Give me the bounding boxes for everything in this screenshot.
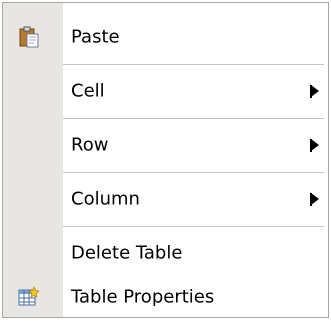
- menu-item-label: Table Properties: [71, 286, 215, 307]
- menu-item-paste[interactable]: Paste: [3, 11, 328, 62]
- menu-item-label: Row: [71, 134, 109, 155]
- submenu-arrow-icon: [308, 190, 322, 208]
- menu-item-row[interactable]: Row: [3, 119, 328, 170]
- menu-item-table-properties[interactable]: Table Properties: [3, 271, 328, 322]
- menu-item-label: Cell: [71, 80, 105, 101]
- menu-item-label: Delete Table: [71, 242, 183, 263]
- menu-item-label: Column: [71, 188, 140, 209]
- menu-item-column[interactable]: Column: [3, 173, 328, 224]
- submenu-arrow-icon: [308, 82, 322, 100]
- clipboard-paste-icon: [18, 26, 40, 48]
- submenu-arrow-icon: [308, 136, 322, 154]
- table-properties-icon: [18, 285, 40, 308]
- menu-item-label: Paste: [71, 26, 120, 47]
- context-menu: Paste Cell Row Column Delete Table Table…: [2, 2, 329, 318]
- menu-item-cell[interactable]: Cell: [3, 65, 328, 116]
